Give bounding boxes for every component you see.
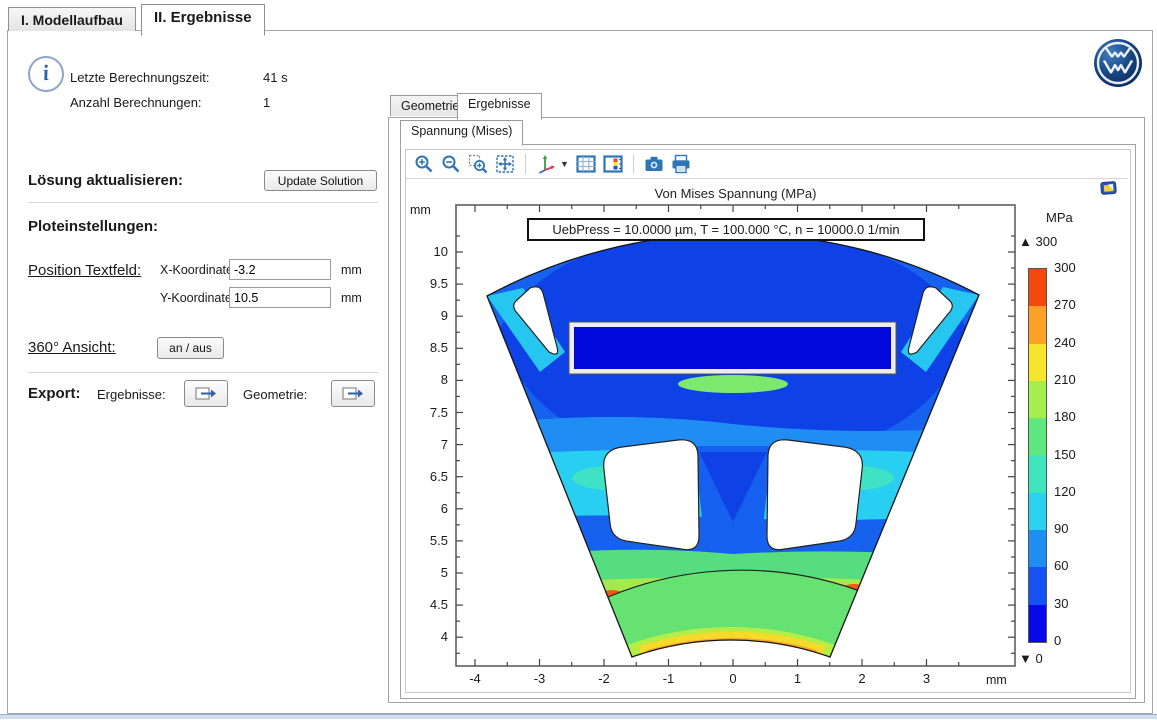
legend-tick-label: 30 xyxy=(1054,596,1094,611)
tab-spannung-mises[interactable]: Spannung (Mises) xyxy=(400,120,523,146)
divider xyxy=(28,372,378,373)
snapshot-icon[interactable] xyxy=(644,154,664,174)
toolbar-separator xyxy=(633,154,634,174)
x-axis-unit: mm xyxy=(986,673,1007,687)
tab-results[interactable]: Ergebnisse xyxy=(457,93,542,120)
legend-color-segment xyxy=(1029,567,1046,604)
y-coordinate-input[interactable] xyxy=(229,287,331,308)
legend-color-segment xyxy=(1029,381,1046,418)
legend-tick-label: 240 xyxy=(1054,335,1094,350)
computation-count-value: 1 xyxy=(263,95,270,110)
view-360-toggle-button[interactable]: an / aus xyxy=(157,337,224,359)
view-axes-icon[interactable] xyxy=(536,154,556,174)
grid-icon[interactable] xyxy=(576,154,596,174)
export-geometry-label: Geometrie: xyxy=(243,387,307,402)
legend-tick-label: 120 xyxy=(1054,484,1094,499)
toolbar-separator xyxy=(525,154,526,174)
export-icon xyxy=(195,386,217,402)
flux-barrier-left xyxy=(604,440,699,550)
divider xyxy=(28,202,378,203)
legend-min-marker: ▼ 0 xyxy=(1019,651,1043,666)
legend-color-segment xyxy=(1029,269,1046,306)
window-bottom-edge xyxy=(0,714,1157,719)
computation-count-label: Anzahl Berechnungen: xyxy=(70,95,202,110)
legend-tick-label: 0 xyxy=(1054,633,1094,648)
export-results-label: Ergebnisse: xyxy=(97,387,166,402)
y-coordinate-unit: mm xyxy=(341,291,362,305)
x-coordinate-label: X-Koordinate: xyxy=(160,263,236,277)
legend-tick-label: 90 xyxy=(1054,521,1094,536)
color-legend-icon[interactable] xyxy=(603,154,623,174)
plot-settings-heading: Ploteinstellungen: xyxy=(28,218,158,235)
export-geometry-button[interactable] xyxy=(331,380,375,407)
legend-tick-label: 60 xyxy=(1054,558,1094,573)
magnet xyxy=(574,327,891,369)
legend-tick-label: 300 xyxy=(1054,260,1094,275)
color-legend: MPa ▲ 300 ▼ 0 30027024021018015012090603… xyxy=(1018,205,1108,675)
legend-color-segment xyxy=(1029,306,1046,343)
update-solution-button[interactable]: Update Solution xyxy=(264,170,377,191)
flux-barrier-right xyxy=(767,440,862,550)
export-heading: Export: xyxy=(28,385,81,402)
graphics-toolbar: ▼ xyxy=(406,150,1128,179)
legend-color-segment xyxy=(1029,455,1046,492)
legend-unit: MPa xyxy=(1046,210,1073,225)
tab-ergebnisse[interactable]: II. Ergebnisse xyxy=(141,4,265,36)
text-position-label: Position Textfeld: xyxy=(28,262,141,279)
legend-color-segment xyxy=(1029,605,1046,642)
x-coordinate-unit: mm xyxy=(341,263,362,277)
zoom-box-icon[interactable] xyxy=(468,154,488,174)
export-results-button[interactable] xyxy=(184,380,228,407)
export-icon xyxy=(342,386,364,402)
plot-title: Von Mises Spannung (MPa) xyxy=(456,186,1015,201)
legend-color-segment xyxy=(1029,344,1046,381)
y-coordinate-label: Y-Koordinate: xyxy=(160,291,235,305)
plot-annotation: UebPress = 10.0000 µm, T = 100.000 °C, n… xyxy=(527,218,925,241)
legend-color-segment xyxy=(1029,493,1046,530)
zoom-out-icon[interactable] xyxy=(441,154,461,174)
legend-color-segment xyxy=(1029,530,1046,567)
legend-tick-label: 270 xyxy=(1054,297,1094,312)
legend-tick-label: 150 xyxy=(1054,447,1094,462)
legend-tick-label: 180 xyxy=(1054,409,1094,424)
tab-modellaufbau[interactable]: I. Modellaufbau xyxy=(8,7,136,31)
plot-image-icon[interactable] xyxy=(1100,180,1117,196)
legend-color-segment xyxy=(1029,418,1046,455)
print-icon[interactable] xyxy=(671,154,691,174)
view-360-label: 360° Ansicht: xyxy=(28,339,116,356)
graphics-canvas[interactable] xyxy=(400,195,1060,700)
last-computation-value: 41 s xyxy=(263,70,288,85)
last-computation-label: Letzte Berechnungszeit: xyxy=(70,70,209,85)
zoom-extents-icon[interactable] xyxy=(495,154,515,174)
legend-tick-label: 210 xyxy=(1054,372,1094,387)
view-dropdown-caret[interactable]: ▼ xyxy=(560,159,569,169)
y-axis-unit: mm xyxy=(410,203,431,217)
legend-max-marker: ▲ 300 xyxy=(1019,234,1057,249)
update-solution-label: Lösung aktualisieren: xyxy=(28,172,183,189)
x-coordinate-input[interactable] xyxy=(229,259,331,280)
vw-logo xyxy=(1093,38,1143,88)
legend-colorbar xyxy=(1028,268,1047,643)
zoom-in-icon[interactable] xyxy=(414,154,434,174)
stress-field xyxy=(456,205,1015,666)
